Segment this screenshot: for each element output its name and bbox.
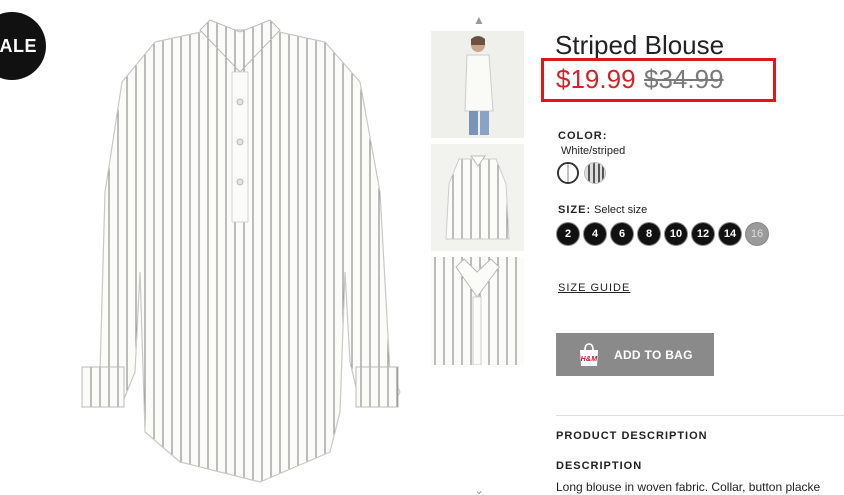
size-label: SIZE: [558,204,592,216]
thumbnails-down-arrow-icon[interactable]: ⌄ [470,484,488,495]
size-option-4[interactable]: 4 [584,223,606,245]
thumbnail-model[interactable] [431,31,524,138]
color-value: White/striped [561,145,626,157]
size-guide-link[interactable]: SIZE GUIDE [558,282,630,294]
thumbnail-detail[interactable] [431,257,524,365]
original-price: $34.99 [644,64,724,94]
main-product-image[interactable] [60,12,420,492]
brand-mark: H&M [581,356,598,363]
description-heading: DESCRIPTION [556,460,643,472]
size-option-12[interactable]: 12 [692,223,714,245]
color-label: COLOR: [558,130,608,142]
size-option-8[interactable]: 8 [638,223,660,245]
size-options: 2 4 6 8 10 12 14 16 [557,223,768,245]
product-description-heading[interactable]: PRODUCT DESCRIPTION [556,430,708,442]
add-to-bag-button[interactable]: H&M ADD TO BAG [556,333,714,376]
sale-badge-label: SALE [0,35,37,56]
color-swatch-striped[interactable] [584,162,606,184]
thumbnail-flat[interactable] [431,144,524,251]
sale-price: $19.99 [556,64,636,94]
size-option-14[interactable]: 14 [719,223,741,245]
divider [556,415,844,416]
color-swatch-white[interactable] [557,162,579,184]
size-option-2[interactable]: 2 [557,223,579,245]
size-option-6[interactable]: 6 [611,223,633,245]
thumbnails-up-arrow-icon[interactable]: ▲ [470,14,488,26]
add-to-bag-label: ADD TO BAG [614,347,693,362]
size-hint: Select size [594,204,648,216]
product-title: Striped Blouse [555,30,725,60]
shopping-bag-icon: H&M [578,342,600,367]
size-option-16: 16 [746,223,768,245]
description-text: Long blouse in woven fabric. Collar, but… [556,480,821,494]
sale-badge: SALE [0,12,46,80]
size-option-10[interactable]: 10 [665,223,687,245]
